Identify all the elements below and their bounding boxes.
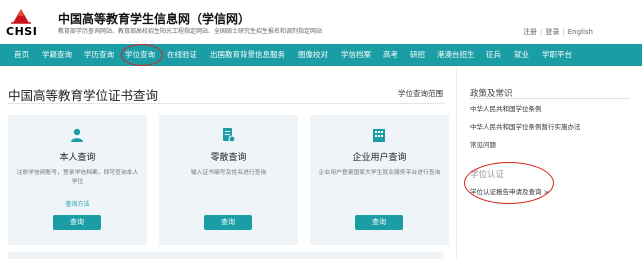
login-link[interactable]: 登录 (545, 28, 559, 36)
nav-item-employment[interactable]: 就业 (514, 44, 529, 66)
logo-mark-icon (11, 9, 31, 24)
certificate-icon (223, 128, 236, 143)
column-divider (456, 66, 457, 259)
scattered-query-button[interactable]: 查询 (204, 215, 252, 230)
site-title: 中国高等教育学生信息网（学信网） (58, 12, 251, 26)
person-icon (71, 128, 83, 142)
building-icon (373, 129, 385, 142)
query-method-link[interactable]: 查询方法 (8, 199, 147, 208)
card-description: 企业用户登录国家大学生就业服务平台进行查询 (318, 170, 441, 176)
degree-range-link[interactable]: 学位查询范围 (398, 88, 443, 99)
register-link[interactable]: 注册 (523, 28, 537, 36)
chsi-logo[interactable]: CHSI (6, 7, 42, 38)
personal-query-button[interactable]: 查询 (53, 215, 101, 230)
nav-item-online-verify[interactable]: 在线验证 (167, 44, 197, 66)
enterprise-query-button[interactable]: 查询 (355, 215, 403, 230)
nav-item-hmt[interactable]: 港澳台招生 (437, 44, 475, 66)
nav-item-archive[interactable]: 学信档案 (341, 44, 371, 66)
card-personal-query: 本人查询 注册学信网账号，登录学信档案，即可查询本人学位 查询方法 查询 (8, 115, 147, 245)
card-title: 零散查询 (210, 153, 247, 163)
nav-item-enrollment[interactable]: 学籍查询 (42, 44, 72, 66)
faq-link[interactable]: 常见问题 (470, 139, 496, 149)
nav-item-grad[interactable]: 研招 (410, 44, 425, 66)
annotation-circle-cert (464, 162, 554, 204)
policy-link[interactable]: 中华人民共和国学位条例 (470, 103, 542, 113)
main-nav: 首页 学籍查询 学历查询 学位查询 在线验证 出国教育背景信息服务 图像校对 学… (0, 44, 642, 66)
nav-item-gaokao[interactable]: 高考 (383, 44, 398, 66)
separator: | (540, 28, 543, 36)
separator: | (562, 28, 565, 36)
card-scattered-query: 零散查询 输入证书编号及姓名进行查询 查询 (159, 115, 298, 245)
policy-link[interactable]: 中华人民共和国学位条例暂行实施办法 (470, 121, 581, 131)
divider (8, 103, 444, 104)
site-description: 教育部学历查询网站、教育部高校招生阳光工程指定网站、全国硕士研究生招生报名和调剂… (58, 28, 323, 35)
nav-item-career[interactable]: 学职平台 (542, 44, 572, 66)
card-description: 注册学信网账号，登录学信档案，即可查询本人学位 (16, 170, 139, 185)
card-title: 本人查询 (59, 153, 96, 163)
nav-item-overseas[interactable]: 出国教育背景信息服务 (210, 44, 285, 66)
card-enterprise-query: 企业用户查询 企业用户登录国家大学生就业服务平台进行查询 查询 (310, 115, 449, 245)
page-title: 中国高等教育学位证书查询 (8, 88, 159, 103)
card-title: 企业用户查询 (352, 153, 407, 163)
annotation-circle-nav (121, 44, 163, 66)
nav-item-academic[interactable]: 学历查询 (84, 44, 114, 66)
bottom-panel (8, 252, 444, 259)
site-header: CHSI 中国高等教育学生信息网（学信网） 教育部学历查询网站、教育部高校招生阳… (0, 0, 642, 44)
logo-text: CHSI (6, 25, 38, 38)
divider (470, 98, 630, 99)
nav-item-image-check[interactable]: 图像校对 (298, 44, 328, 66)
nav-item-home[interactable]: 首页 (14, 44, 29, 66)
nav-item-conscription[interactable]: 征兵 (486, 44, 501, 66)
card-description: 输入证书编号及姓名进行查询 (190, 170, 267, 176)
english-link[interactable]: English (568, 28, 593, 36)
top-links: 注册 | 登录 | English (520, 27, 596, 37)
